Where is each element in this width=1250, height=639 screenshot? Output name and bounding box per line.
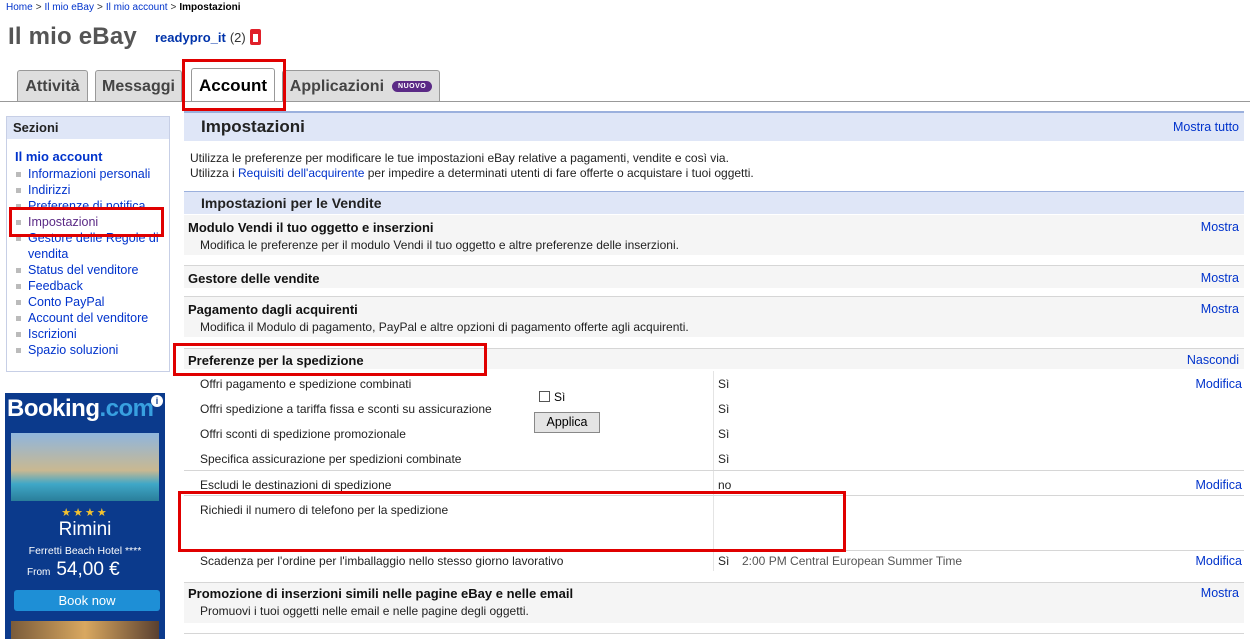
- tab-label: Attività: [25, 77, 80, 95]
- pref-flat-rate-label: Offri spedizione a tariffa fissa e scont…: [200, 402, 492, 416]
- intro-line-2-prefix: Utilizza i: [190, 166, 239, 180]
- hotel-photo-secondary: [11, 621, 159, 639]
- buyer-requirements-link[interactable]: Requisiti dell'acquirente: [238, 166, 364, 180]
- sidebar-item-addresses[interactable]: Indirizzi: [15, 182, 169, 198]
- pref-flat-rate-value: Sì: [718, 402, 730, 416]
- show-payment-link[interactable]: Mostra: [1201, 302, 1239, 316]
- intro-text: Utilizza le preferenze per modificare le…: [190, 151, 754, 181]
- tab-label: Messaggi: [102, 77, 175, 95]
- section-title: Impostazioni per le Vendite: [201, 195, 382, 211]
- ad-city: Rimini: [58, 519, 112, 540]
- breadcrumb-current: Impostazioni: [179, 2, 241, 13]
- pref-combined-payment-label: Offri pagamento e spedizione combinati: [200, 377, 412, 391]
- highlight-settings-item: [9, 207, 164, 237]
- intro-line-1: Utilizza le preferenze per modificare le…: [190, 151, 729, 165]
- highlight-account-tab: [182, 59, 286, 111]
- show-all-link[interactable]: Mostra tutto: [1173, 120, 1239, 134]
- show-promotion-link[interactable]: Mostra: [1201, 586, 1239, 600]
- star-rating-icon: ★★★★: [61, 507, 109, 519]
- booking-ad[interactable]: Booking.com i ★★★★ Rimini Ferretti Beach…: [5, 393, 165, 639]
- row-divider: [184, 633, 1244, 634]
- ad-logo-text: Booking: [7, 395, 100, 422]
- apply-button[interactable]: Applica: [534, 412, 600, 433]
- row-title-sales-manager: Gestore delle vendite: [188, 271, 320, 286]
- ad-hotel-name: Ferretti Beach Hotel ****: [28, 545, 142, 557]
- ad-price-from: From: [27, 567, 51, 578]
- ad-price-amount: 54,00 €: [56, 559, 120, 580]
- tab-activity[interactable]: Attività: [17, 70, 88, 102]
- username-link[interactable]: readypro_it: [155, 30, 226, 45]
- hide-shipping-link[interactable]: Nascondi: [1187, 353, 1239, 367]
- breadcrumb-my-account[interactable]: Il mio account: [106, 2, 168, 13]
- sidebar-item-solutions[interactable]: Spazio soluzioni: [15, 342, 169, 358]
- ad-logo-suffix: .com: [99, 395, 155, 422]
- require-phone-checkbox[interactable]: [539, 391, 550, 402]
- sidebar-title: Sezioni: [7, 117, 169, 139]
- pref-promo-discount-label: Offri sconti di spedizione promozionale: [200, 427, 406, 441]
- sidebar-list: Informazioni personali Indirizzi Prefere…: [7, 166, 169, 358]
- breadcrumb-separator: >: [97, 2, 103, 13]
- pref-insurance-label: Specifica assicurazione per spedizioni c…: [200, 452, 462, 466]
- row-title-payment: Pagamento dagli acquirenti: [188, 302, 358, 317]
- settings-header: Impostazioni Mostra tutto: [184, 111, 1244, 141]
- row-title-promotion: Promozione di inserzioni simili nelle pa…: [188, 586, 574, 601]
- highlight-require-phone: [178, 491, 846, 552]
- page-title: Il mio eBay: [8, 23, 137, 50]
- sidebar-item-personal-info[interactable]: Informazioni personali: [15, 166, 169, 182]
- feedback-score: (2): [229, 30, 246, 45]
- require-phone-checkbox-label[interactable]: Sì: [554, 390, 565, 404]
- ad-price: From 54,00 €: [27, 559, 120, 581]
- breadcrumb-my-ebay[interactable]: Il mio eBay: [45, 2, 94, 13]
- edit-exclude-destinations-link[interactable]: Modifica: [1195, 478, 1242, 492]
- sidebar: Sezioni Il mio account Informazioni pers…: [6, 116, 170, 372]
- info-icon[interactable]: i: [151, 395, 163, 407]
- hotel-photo: [11, 433, 159, 501]
- sidebar-item-subscriptions[interactable]: Iscrizioni: [15, 326, 169, 342]
- pref-handling-cutoff-time: 2:00 PM Central European Summer Time: [742, 554, 963, 568]
- sidebar-item-paypal[interactable]: Conto PayPal: [15, 294, 169, 310]
- row-desc-promotion: Promuovi i tuoi oggetti nelle email e ne…: [200, 604, 529, 618]
- pref-exclude-destinations-value: no: [718, 478, 732, 492]
- tab-messages[interactable]: Messaggi: [95, 70, 182, 102]
- user-info: readypro_it (2): [155, 29, 261, 45]
- tab-applications[interactable]: Applicazioni NUOVO: [282, 70, 440, 102]
- show-listing-form-link[interactable]: Mostra: [1201, 220, 1239, 234]
- sidebar-item-seller-account[interactable]: Account del venditore: [15, 310, 169, 326]
- sidebar-my-account[interactable]: Il mio account: [15, 149, 102, 164]
- pref-exclude-destinations-label: Escludi le destinazioni di spedizione: [200, 478, 392, 492]
- row-divider: [184, 470, 1244, 471]
- breadcrumb-home[interactable]: Home: [6, 2, 33, 13]
- section-header: Impostazioni per le Vendite: [184, 191, 1244, 214]
- tab-label: Applicazioni: [289, 77, 385, 95]
- row-title-listing-form: Modulo Vendi il tuo oggetto e inserzioni: [188, 220, 434, 235]
- row-desc-payment: Modifica il Modulo di pagamento, PayPal …: [200, 320, 689, 334]
- booking-logo: Booking.com: [7, 395, 154, 423]
- pref-handling-cutoff-value: Sì: [718, 554, 730, 568]
- pref-handling-cutoff-label: Scadenza per l'ordine per l'imballaggio …: [200, 554, 564, 568]
- book-now-button[interactable]: Book now: [14, 590, 160, 611]
- row-desc-listing-form: Modifica le preferenze per il modulo Ven…: [200, 238, 679, 252]
- breadcrumb-separator: >: [35, 2, 42, 13]
- pref-promo-discount-value: Sì: [718, 427, 730, 441]
- sidebar-item-seller-status[interactable]: Status del venditore: [15, 262, 169, 278]
- new-badge: NUOVO: [392, 81, 433, 92]
- intro-line-2-suffix: per impedire a determinati utenti di far…: [364, 166, 754, 180]
- edit-combined-payment-link[interactable]: Modifica: [1195, 377, 1242, 391]
- settings-title: Impostazioni: [201, 117, 305, 136]
- row-background: [184, 266, 1244, 288]
- show-sales-manager-link[interactable]: Mostra: [1201, 271, 1239, 285]
- breadcrumb-separator: >: [170, 2, 177, 13]
- pref-combined-payment-value: Sì: [718, 377, 730, 391]
- pref-insurance-value: Sì: [718, 452, 730, 466]
- edit-handling-cutoff-link[interactable]: Modifica: [1195, 554, 1242, 568]
- phone-icon: [249, 29, 261, 45]
- sidebar-item-feedback[interactable]: Feedback: [15, 278, 169, 294]
- intro-line-2: Utilizza i Requisiti dell'acquirente per…: [190, 166, 754, 181]
- breadcrumb: Home > Il mio eBay > Il mio account > Impostaz…: [6, 2, 241, 13]
- highlight-shipping-preferences: [173, 343, 487, 376]
